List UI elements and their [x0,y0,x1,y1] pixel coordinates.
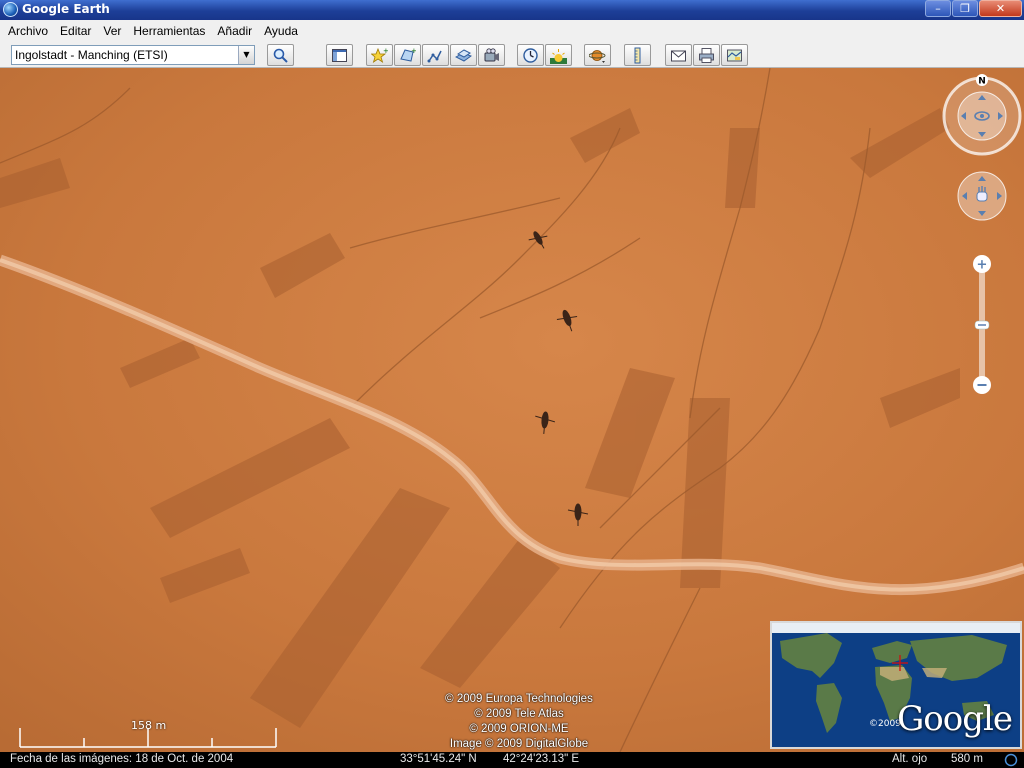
imagery-credits: © 2009 Europa Technologies © 2009 Tele A… [424,692,614,752]
plus-icon: + [977,258,988,273]
latitude-readout: 33°51'45.24" N [400,753,477,765]
earth-3d-view[interactable]: N + © 2009 Europa Technologies © 2009 Te… [0,68,1024,752]
menu-anadir[interactable]: Añadir [211,24,258,38]
window-controls: – ❐ ✕ [925,0,1022,18]
map-icon [727,49,742,61]
eye-altitude-value: 580 m [951,753,983,765]
navigation-controls: N + [942,74,1022,394]
svg-text:N: N [978,77,986,87]
credit-line: © 2009 ORION-ME [469,723,569,735]
menu-herramientas[interactable]: Herramientas [127,24,211,38]
image-overlay-icon [455,48,472,62]
credit-line: © 2009 Tele Atlas [474,708,564,720]
email-button[interactable] [665,44,692,66]
add-path-button[interactable] [422,44,449,66]
status-bar: Fecha de las imágenes: 18 de Oct. de 200… [0,752,1024,768]
scale-ruler [19,728,277,748]
placemark-icon: + [371,47,388,63]
close-button[interactable]: ✕ [979,0,1022,17]
longitude-readout: 42°24'23.13" E [503,753,580,765]
zoom-slider[interactable]: + [973,255,991,394]
title-bar: Google Earth – ❐ ✕ [0,0,1024,20]
add-image-overlay-button[interactable] [450,44,477,66]
look-joystick[interactable] [942,76,1022,156]
move-joystick[interactable] [957,171,1007,221]
search-combobox[interactable]: ▼ [11,45,255,65]
camera-icon [484,47,499,61]
switch-planet-button[interactable] [584,44,611,66]
record-tour-button[interactable] [478,44,505,66]
clock-icon [523,47,538,63]
add-polygon-button[interactable]: + [394,44,421,66]
google-earth-app-icon[interactable] [3,2,18,17]
printer-icon [699,47,714,63]
google-logo: Google [897,699,1013,739]
polygon-icon: + [400,47,416,62]
chevron-down-icon[interactable]: ▼ [238,46,254,64]
imagery-date: Fecha de las imágenes: 18 de Oct. de 200… [10,753,234,765]
historical-imagery-button[interactable] [517,44,544,66]
sidebar-toggle-button[interactable] [326,44,353,66]
sunrise-icon [550,48,567,64]
ruler-button[interactable] [624,44,651,66]
print-button[interactable] [693,44,720,66]
path-icon [427,50,442,62]
menu-ayuda[interactable]: Ayuda [258,24,304,38]
menu-bar: Archivo Editar Ver Herramientas Añadir A… [0,20,1024,41]
hand-icon [976,186,988,202]
menu-ver[interactable]: Ver [97,24,127,38]
restore-button[interactable]: ❐ [952,0,978,17]
toolbar: ▼ + + [0,41,1024,68]
eye-altitude-label: Alt. ojo [892,753,928,765]
view-in-maps-button[interactable] [721,44,748,66]
overview-map[interactable]: ©2009 Google [770,621,1022,749]
streaming-progress-icon [1004,753,1018,767]
credit-line: © 2009 Europa Technologies [445,693,593,705]
sidebar-icon [332,48,347,62]
minimize-button[interactable]: – [925,0,951,17]
planet-icon [589,49,606,63]
envelope-icon [671,50,686,61]
ruler-icon [634,47,641,63]
search-input[interactable] [15,47,237,63]
menu-archivo[interactable]: Archivo [2,24,54,38]
add-placemark-button[interactable]: + [366,44,393,66]
menu-editar[interactable]: Editar [54,24,97,38]
credit-line: Image © 2009 DigitalGlobe [449,738,589,750]
sunlight-button[interactable] [545,44,572,66]
svg-text:+: + [383,47,388,55]
window-title: Google Earth [22,2,110,16]
magnifier-icon [273,48,288,63]
scale-legend: 158 m [19,714,277,750]
svg-text:+: + [411,47,416,55]
search-button[interactable] [267,44,294,66]
